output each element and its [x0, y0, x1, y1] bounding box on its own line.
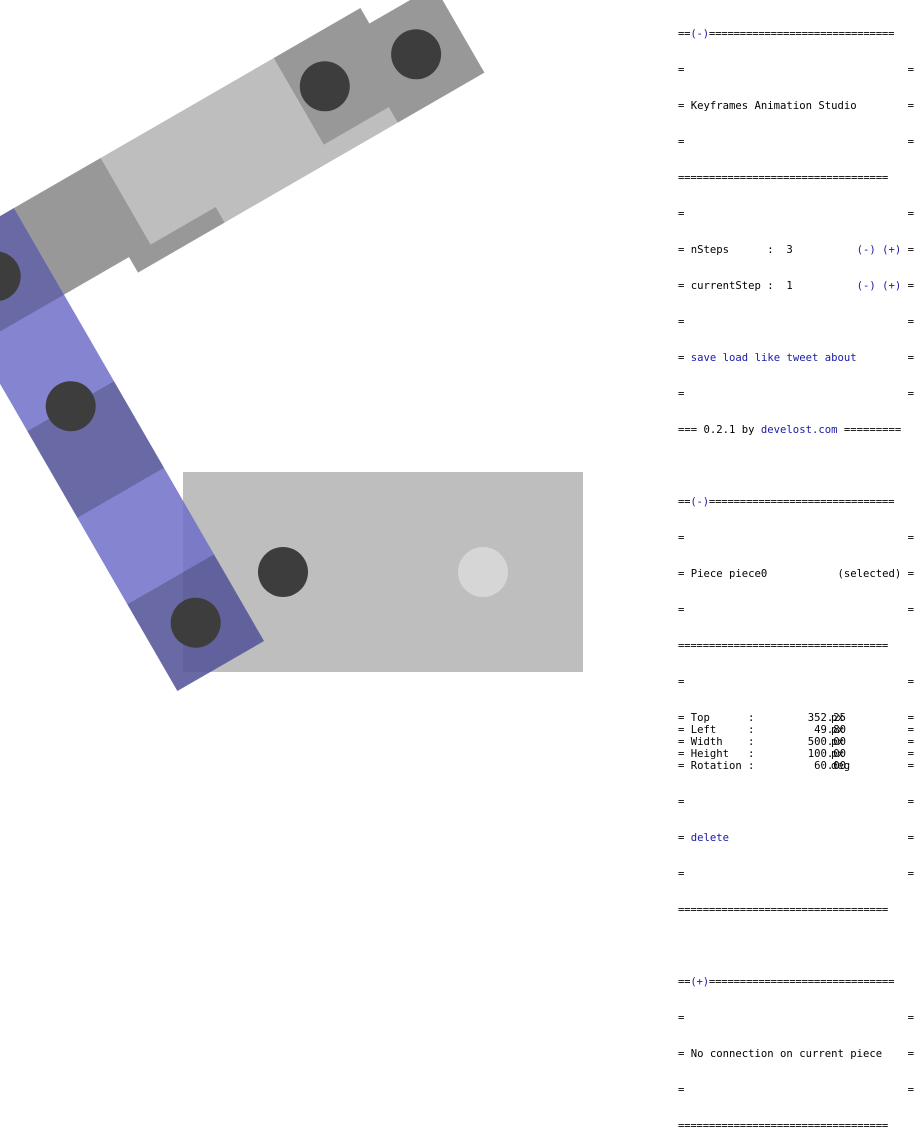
control-panel: ==(-)============================== = = =… — [678, 28, 914, 1132]
piece-selected[interactable] — [0, 208, 264, 692]
pin-hole-right — [458, 547, 508, 597]
tweet-link[interactable]: tweet — [786, 352, 818, 364]
piece-name-row: = Piece piece0 (selected) = — [678, 568, 914, 580]
property-row: = Top:352.25 px = — [678, 712, 914, 724]
current-step-row: = currentStep : 1 (-) (+) = — [678, 280, 914, 292]
property-label: Left — [690, 724, 717, 736]
nsteps-plus-button[interactable]: (+) — [882, 244, 901, 256]
piece-arm-upper[interactable] — [14, 8, 411, 295]
nsteps-minus-button[interactable]: (-) — [857, 244, 876, 256]
panel-header: ==(-)============================== — [678, 28, 895, 40]
about-link[interactable]: about — [825, 352, 857, 364]
property-row: = Width:500.00 px = — [678, 736, 914, 748]
property-unit: px — [831, 724, 844, 736]
pin-hole-left — [258, 547, 308, 597]
app-title: Keyframes Animation Studio — [690, 100, 857, 112]
expand-connection-toggle[interactable]: (+) — [690, 976, 709, 988]
piece-panel-header: ==(-)============================== — [678, 496, 895, 508]
collapse-main-toggle[interactable]: (-) — [690, 28, 709, 40]
property-row: = Left:49.80 px = — [678, 724, 914, 736]
connection-panel-header: ==(+)============================== — [678, 976, 895, 988]
animation-canvas[interactable] — [0, 0, 670, 692]
piece-name: Piece piece0 — [690, 568, 768, 580]
property-row: = Height:100.00 px = — [678, 748, 914, 760]
nsteps-row: = nSteps : 3 (-) (+) = — [678, 244, 914, 256]
version-label: === 0.2.1 by — [678, 424, 761, 436]
property-unit: px — [831, 736, 844, 748]
property-unit: deg — [831, 760, 851, 772]
property-label: Width — [690, 736, 723, 748]
connection-message: No connection on current piece — [690, 1048, 883, 1060]
menu-row: = save load like tweet about = — [678, 352, 914, 364]
save-link[interactable]: save — [691, 352, 717, 364]
version-row: === 0.2.1 by develost.com ========= — [678, 424, 902, 436]
property-unit: px — [831, 748, 844, 760]
current-step-minus-button[interactable]: (-) — [857, 280, 876, 292]
piece-properties: = Top:352.25 px = = Left:49.80 px = = Width:50… — [678, 712, 914, 772]
load-link[interactable]: load — [723, 352, 749, 364]
develost-link[interactable]: develost.com — [761, 424, 838, 436]
property-label: Height — [690, 748, 730, 760]
property-label: Top — [690, 712, 710, 724]
property-unit: px — [831, 712, 844, 724]
delete-link[interactable]: delete — [691, 832, 729, 844]
like-link[interactable]: like — [755, 352, 781, 364]
collapse-piece-toggle[interactable]: (-) — [690, 496, 709, 508]
current-step-plus-button[interactable]: (+) — [882, 280, 901, 292]
current-step-label: currentStep : 1 — [690, 280, 793, 292]
property-row: = Rotation:60.00 deg = — [678, 760, 914, 772]
nsteps-label: nSteps : 3 — [690, 244, 793, 256]
selected-status: (selected) — [837, 568, 902, 580]
property-label: Rotation — [690, 760, 742, 772]
